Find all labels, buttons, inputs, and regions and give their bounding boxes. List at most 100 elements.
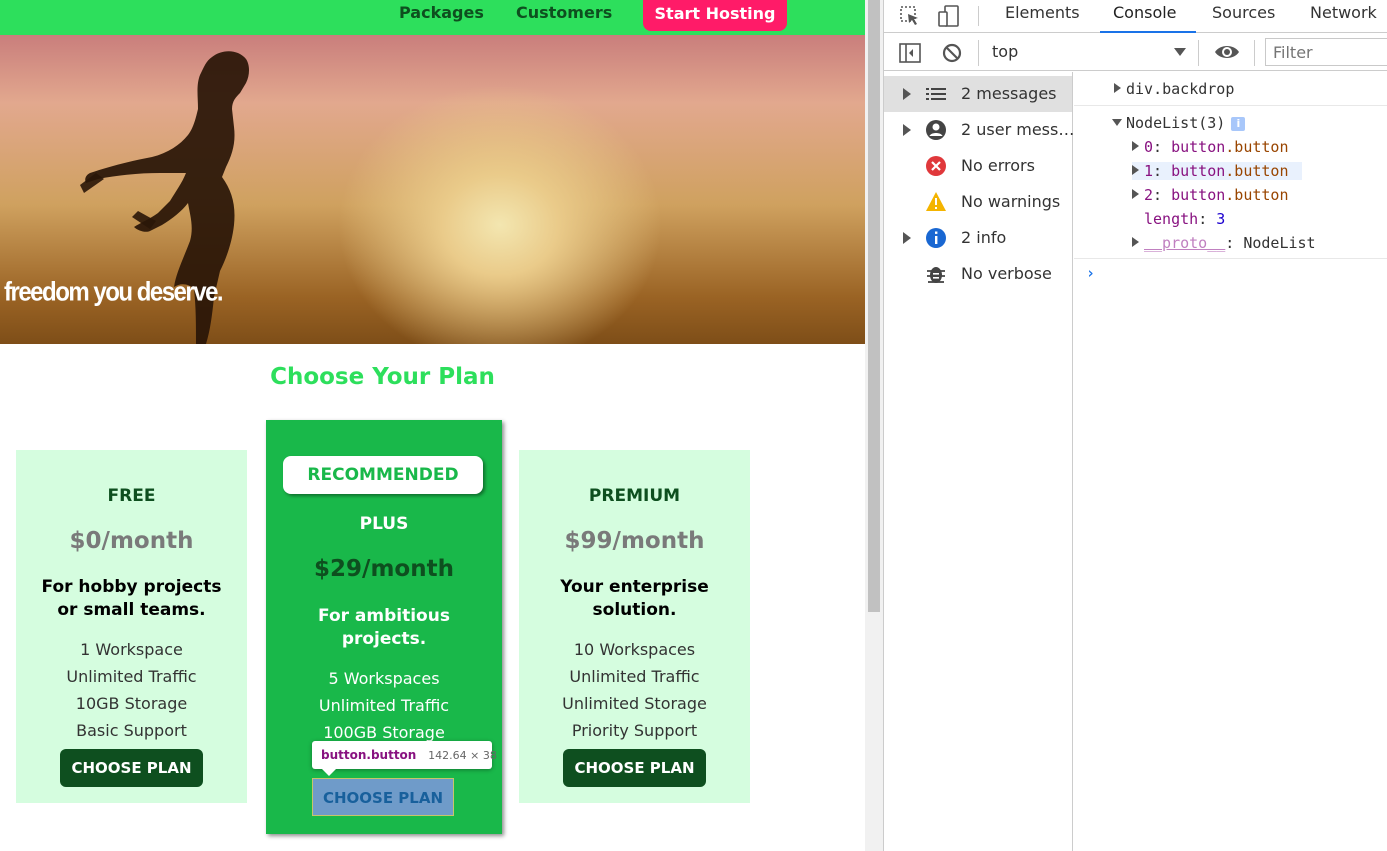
inspect-element-icon[interactable] [898,4,922,28]
console-divider [1074,105,1387,106]
sidebar-item-label: No errors [961,156,1035,175]
plan-feature: 10GB Storage [75,694,188,713]
plan-price: $99/month [564,528,705,554]
plan-feature: 5 Workspaces [328,669,440,688]
item-index: 2 [1144,186,1154,204]
chevron-down-icon[interactable] [1174,48,1186,56]
console-divider [1074,258,1387,259]
section-title: Choose Your Plan [270,364,495,390]
plan-description: or small teams. [57,600,206,620]
website-page: Packages Customers Start Hosting freedom… [0,0,865,851]
expand-triangle-icon[interactable] [1132,141,1139,151]
toolbar-separator [1198,40,1199,66]
sidebar-item-label: 2 user mess… [961,120,1075,139]
plan-card-premium: PREMIUM $99/month Your enterprise soluti… [519,450,750,803]
info-icon [926,228,946,248]
nav-link-customers[interactable]: Customers [516,3,612,22]
nav-link-packages[interactable]: Packages [399,3,484,22]
device-toolbar-icon[interactable] [937,4,961,28]
expand-triangle-icon[interactable] [1132,165,1139,175]
sidebar-item-user-messages[interactable]: 2 user mess… [884,112,1075,148]
scrollbar-thumb[interactable] [868,0,880,612]
inspect-tooltip: button.button 142.64 × 38 [312,741,497,769]
plan-description: projects. [341,629,427,649]
recommended-badge: RECOMMENDED [283,456,483,494]
sidebar-item-errors[interactable]: No errors [884,148,1072,184]
plan-feature: Unlimited Traffic [66,667,197,686]
expand-caret-icon[interactable] [903,88,911,100]
item-value: button [1171,186,1226,204]
expand-triangle-icon[interactable] [1132,237,1139,247]
plan-feature: Unlimited Storage [562,694,707,713]
tab-separator [978,6,979,26]
console-sidebar: 2 messages 2 user mess… No errors No war… [884,72,1075,851]
nodelist-item[interactable]: 2: button.button [1132,186,1387,204]
plan-description: Your enterprise [560,577,709,597]
warning-icon [926,192,946,211]
tooltip-selector: button.button [321,748,417,762]
clear-console-icon[interactable] [940,41,964,65]
sidebar-item-verbose[interactable]: No verbose [884,256,1072,292]
expand-caret-icon[interactable] [903,232,911,244]
sidebar-item-messages[interactable]: 2 messages [884,76,1072,112]
plan-feature: Unlimited Traffic [318,696,450,715]
proto-value: NodeList [1243,234,1316,252]
sidebar-toggle-icon[interactable] [898,41,922,65]
choose-plan-button-highlighted[interactable]: CHOOSE PLAN [312,778,454,816]
list-icon [926,88,946,100]
expand-triangle-icon[interactable] [1132,189,1139,199]
tab-console[interactable]: Console [1113,3,1177,22]
item-index: 1 [1144,162,1154,180]
console-log-entry[interactable]: div.backdrop [1114,80,1387,98]
error-icon [926,156,946,176]
plan-name: PLUS [359,514,409,534]
nodelist-length: length: 3 [1144,210,1226,228]
info-badge-icon[interactable]: i [1231,117,1246,131]
tooltip-arrow [322,769,336,776]
plan-price: $29/month [314,556,454,582]
sidebar-item-info[interactable]: 2 info [884,220,1072,256]
active-tab-indicator [1100,31,1196,33]
expand-caret-icon[interactable] [903,124,911,136]
live-expression-eye-icon[interactable] [1213,42,1241,62]
main-navigation: Packages Customers Start Hosting [0,0,865,35]
bug-icon [927,267,945,283]
sidebar-item-label: No verbose [961,264,1052,283]
toolbar-separator [1254,40,1255,66]
tooltip-dimensions: 142.64 × 38 [428,749,497,762]
nodelist-item[interactable]: 1: button.button [1132,162,1302,180]
plan-feature: Unlimited Traffic [569,667,700,686]
tab-sources[interactable]: Sources [1212,3,1275,22]
collapse-triangle-icon[interactable] [1112,119,1122,126]
sidebar-item-label: No warnings [961,192,1061,211]
start-hosting-button[interactable]: Start Hosting [643,0,787,31]
nodelist-entry[interactable]: NodeList(3) i [1112,114,1387,132]
plan-feature: Basic Support [76,721,187,740]
plan-price: $0/month [69,528,194,554]
console-output: div.backdrop NodeList(3) i 0: button.butt… [1074,72,1387,851]
hero-tagline: freedom you deserve. [4,277,224,308]
nodelist-proto[interactable]: __proto__: NodeList [1132,234,1387,252]
context-selector[interactable]: top [992,42,1018,61]
plan-card-free: FREE $0/month For hobby projects or smal… [16,450,247,803]
tab-network[interactable]: Network [1310,3,1377,22]
plan-name: PREMIUM [588,486,681,506]
plan-feature: 10 Workspaces [573,640,696,659]
choose-plan-button[interactable]: CHOOSE PLAN [563,749,706,787]
nodelist-label: NodeList(3) [1126,114,1226,132]
plan-name: FREE [107,486,156,506]
sidebar-item-warnings[interactable]: No warnings [884,184,1072,220]
tab-elements[interactable]: Elements [1005,3,1080,22]
filter-input[interactable] [1265,38,1387,66]
expand-triangle-icon[interactable] [1114,83,1121,93]
user-icon [926,120,946,140]
nodelist-item[interactable]: 0: button.button [1132,138,1387,156]
plan-feature: Priority Support [571,721,698,740]
hero-image: freedom you deserve. [0,35,865,344]
console-prompt-icon[interactable]: › [1086,264,1095,282]
item-value: button [1171,162,1226,180]
choose-plan-button[interactable]: CHOOSE PLAN [60,749,203,787]
console-log-text: div.backdrop [1126,80,1235,98]
plan-description: solution. [592,600,677,620]
length-key: length [1144,210,1199,228]
